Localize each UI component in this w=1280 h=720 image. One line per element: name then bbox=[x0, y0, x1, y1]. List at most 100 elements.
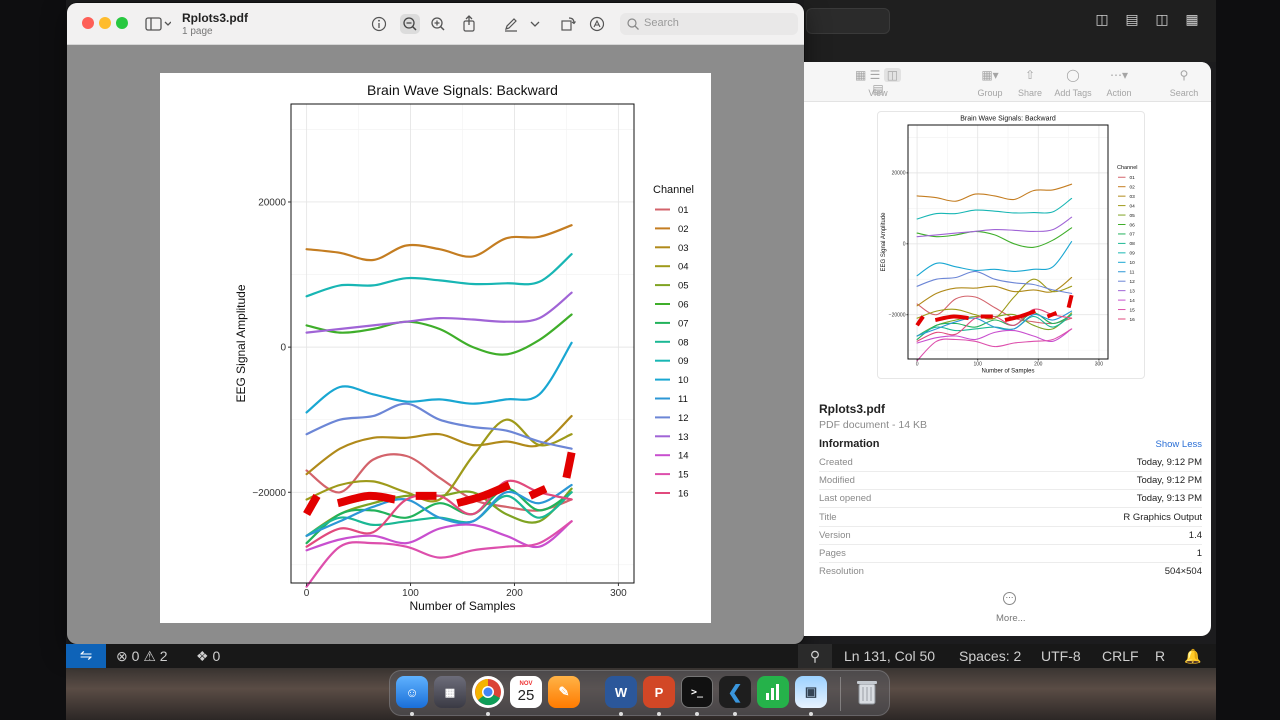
zoom-in-icon[interactable] bbox=[428, 14, 448, 34]
series-line-12 bbox=[916, 270, 1073, 294]
legend-label-11: 11 bbox=[1130, 270, 1135, 276]
add-tags-button[interactable]: ◯ Add Tags bbox=[1052, 68, 1094, 98]
ports-indicator[interactable]: ❖ 0 bbox=[196, 648, 220, 664]
remote-indicator-icon[interactable]: ⇋ bbox=[66, 644, 106, 668]
file-name: Rplots3.pdf bbox=[819, 402, 885, 416]
x-tick-label: 100 bbox=[402, 588, 419, 599]
info-icon[interactable] bbox=[369, 14, 389, 34]
zoom-out-icon[interactable] bbox=[400, 14, 420, 34]
calendar-day: 25 bbox=[517, 687, 535, 704]
info-value: Today, 9:12 PM bbox=[1136, 475, 1202, 486]
info-row-created: Created Today, 9:12 PM bbox=[819, 454, 1202, 472]
x-tick-label: 200 bbox=[1034, 362, 1043, 368]
thumbnail-chart: 0 100 200 300 20000 0 −20000 Brain Wave Signals… bbox=[881, 116, 1138, 375]
broadcast-icon: ❖ bbox=[196, 648, 209, 664]
running-indicator bbox=[619, 712, 623, 716]
y-tick-label: −20000 bbox=[889, 312, 906, 318]
rotate-icon[interactable] bbox=[558, 14, 578, 34]
minimize-window-button[interactable] bbox=[99, 17, 111, 29]
toggle-panel-icon[interactable]: ▤ bbox=[1123, 10, 1141, 28]
share-button[interactable]: ⇧ Share bbox=[1014, 68, 1046, 98]
launchpad-app-icon[interactable]: ▦ bbox=[434, 676, 466, 708]
legend-label-05: 05 bbox=[678, 281, 689, 292]
info-key: Last opened bbox=[819, 493, 872, 504]
sidebar-toggle-icon[interactable] bbox=[144, 14, 172, 34]
notifications-bell-icon[interactable]: 🔔 bbox=[1184, 648, 1201, 664]
red-highlight-segment bbox=[562, 451, 576, 479]
legend-label-10: 10 bbox=[678, 375, 689, 386]
running-indicator bbox=[657, 712, 661, 716]
markup-toolbar-icon[interactable] bbox=[587, 14, 607, 34]
running-indicator bbox=[486, 712, 490, 716]
legend-label-12: 12 bbox=[678, 413, 689, 424]
markup-pen-icon[interactable] bbox=[501, 14, 521, 34]
info-value: 1 bbox=[1196, 548, 1202, 559]
more-button[interactable]: More... bbox=[996, 613, 1026, 624]
series-line-02 bbox=[305, 224, 573, 262]
problems-indicator[interactable]: ⊗ 0 ⚠ 2 bbox=[116, 648, 168, 664]
x-axis-title: Number of Samples bbox=[409, 599, 515, 613]
action-button[interactable]: ⋯▾ Action bbox=[1103, 68, 1135, 98]
file-preview-thumbnail[interactable]: 0 100 200 300 20000 0 −20000 Brain Wave Signals… bbox=[877, 111, 1145, 379]
end-of-line[interactable]: CRLF bbox=[1102, 648, 1139, 664]
info-value: 1.4 bbox=[1188, 530, 1202, 541]
x-tick-label: 300 bbox=[1095, 362, 1104, 368]
terminal-app-icon[interactable]: >_ bbox=[681, 676, 713, 708]
legend-label-05: 05 bbox=[1130, 213, 1136, 219]
legend-label-09: 09 bbox=[678, 356, 689, 367]
cursor-position[interactable]: Ln 131, Col 50 bbox=[844, 648, 935, 664]
series-line-03 bbox=[916, 276, 1073, 307]
word-app-icon[interactable]: W bbox=[605, 676, 637, 708]
editor-command-center[interactable] bbox=[806, 8, 890, 34]
share-icon[interactable] bbox=[459, 14, 479, 34]
series-line-03 bbox=[305, 415, 573, 476]
group-button[interactable]: ▦▾ Group bbox=[972, 68, 1008, 98]
view-button[interactable]: ▦ ☰ ◫ ▤ View bbox=[848, 68, 908, 98]
info-row-title: Title R Graphics Output bbox=[819, 509, 1202, 527]
close-window-button[interactable] bbox=[82, 17, 94, 29]
pages-app-icon[interactable]: ✎ bbox=[548, 676, 580, 708]
info-value: Today, 9:13 PM bbox=[1136, 493, 1202, 504]
series-line-09 bbox=[916, 197, 1073, 220]
dock-divider bbox=[840, 677, 841, 711]
calendar-app-icon[interactable]: NOV 25 bbox=[510, 676, 542, 708]
finder-app-icon[interactable]: ☺ bbox=[396, 676, 428, 708]
group-icon: ▦▾ bbox=[981, 68, 999, 82]
file-info-panel: ▦ ☰ ◫ ▤ View ▦▾ Group ⇧ Share ◯ Add Tags… bbox=[804, 62, 1211, 636]
vscode-app-icon[interactable]: ❮ bbox=[719, 676, 751, 708]
series-line-12 bbox=[305, 402, 573, 450]
legend-title: Channel bbox=[1117, 165, 1138, 171]
search-button[interactable]: ⚲ Search bbox=[1167, 68, 1201, 98]
indentation[interactable]: Spaces: 2 bbox=[959, 648, 1021, 664]
chrome-app-icon[interactable] bbox=[472, 676, 504, 708]
more-ellipsis-icon[interactable]: ⋯ bbox=[1003, 592, 1016, 605]
warning-count: 2 bbox=[159, 648, 168, 664]
x-tick-label: 200 bbox=[506, 588, 523, 599]
numbers-app-icon[interactable] bbox=[757, 676, 789, 708]
legend-label-10: 10 bbox=[1130, 260, 1136, 266]
y-tick-label: −20000 bbox=[252, 488, 286, 499]
preview-toolbar: Rplots3.pdf 1 page Search bbox=[67, 3, 804, 45]
preview-app-icon[interactable]: ▣ bbox=[795, 676, 827, 708]
markup-chevron-down-icon[interactable] bbox=[529, 14, 541, 34]
zoom-window-button[interactable] bbox=[116, 17, 128, 29]
action-ellipsis-icon: ⋯▾ bbox=[1109, 68, 1129, 82]
trash-icon[interactable] bbox=[851, 676, 883, 708]
x-tick-label: 300 bbox=[610, 588, 627, 599]
toggle-primary-sidebar-icon[interactable]: ◫ bbox=[1093, 10, 1111, 28]
language-mode[interactable]: R bbox=[1155, 648, 1165, 664]
info-row-modified: Modified Today, 9:12 PM bbox=[819, 472, 1202, 490]
legend-label-13: 13 bbox=[678, 432, 689, 443]
share-label: Share bbox=[1017, 88, 1043, 98]
document-title: Rplots3.pdf bbox=[182, 11, 248, 25]
error-icon: ⊗ bbox=[116, 648, 128, 664]
show-less-link[interactable]: Show Less bbox=[1156, 439, 1202, 450]
search-field[interactable]: Search bbox=[620, 13, 798, 35]
encoding[interactable]: UTF-8 bbox=[1041, 648, 1081, 664]
desktop-edge-right bbox=[1216, 0, 1280, 720]
running-indicator bbox=[733, 712, 737, 716]
toggle-secondary-sidebar-icon[interactable]: ◫ bbox=[1153, 10, 1171, 28]
powerpoint-app-icon[interactable]: P bbox=[643, 676, 675, 708]
customize-layout-icon[interactable]: ▦ bbox=[1183, 10, 1201, 28]
zoom-indicator-icon[interactable]: ⚲ bbox=[798, 644, 832, 668]
